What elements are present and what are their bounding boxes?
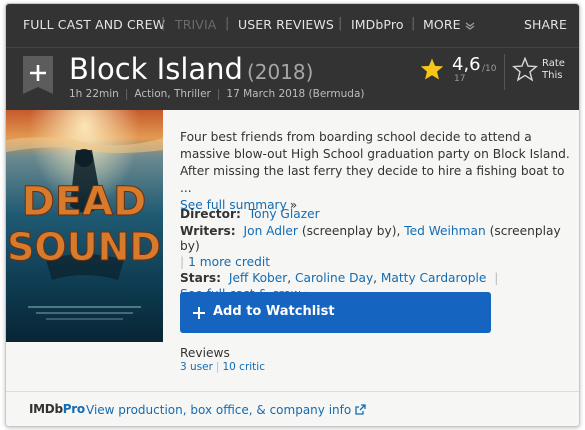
imdbpro-logo-pro: Pro [62,402,85,416]
external-link-icon [355,403,366,418]
title-line: Block Island (2018) [69,52,313,86]
watchlist-ribbon-plus-icon[interactable] [23,56,53,94]
nav-separator: | [411,16,416,31]
title-header: FULL CAST AND CREW | TRIVIA | USER REVIE… [6,4,579,110]
meta-separator: | [216,88,221,100]
imdbpro-logo: IMDbPro [29,402,85,416]
reviews-section: Reviews 3 user | 10 critic [180,346,265,373]
director-link[interactable]: Tony Glazer [249,207,320,221]
star-link[interactable]: Jeff Kober [229,271,287,285]
title-page: FULL CAST AND CREW | TRIVIA | USER REVIE… [5,3,580,427]
star-outline-icon [511,56,539,86]
nav-separator: | [338,16,343,31]
list-comma: , [287,271,292,285]
rate-this-button[interactable]: Rate This [511,56,577,90]
nav-imdbpro[interactable]: IMDbPro [351,17,404,32]
plus-icon [192,305,206,324]
nav-more[interactable]: MORE [423,17,475,33]
nav-full-cast-and-crew[interactable]: FULL CAST AND CREW [23,17,165,32]
credits-section: Director: Tony Glazer Writers: Jon Adler… [180,207,575,303]
rating-divider [504,54,505,90]
nav-separator: | [225,16,230,31]
writer-link[interactable]: Ted Weihman [404,224,486,238]
director-row: Director: Tony Glazer [180,207,575,223]
add-to-watchlist-button[interactable]: Add to Watchlist [180,292,491,333]
nav-user-reviews[interactable]: USER REVIEWS [238,17,334,32]
star-filled-icon [420,58,444,85]
writers-label: Writers: [180,223,236,238]
poster-title-line1: DEAD [22,179,147,225]
release-date[interactable]: 17 March 2018 (Bermuda) [226,88,364,100]
meta-separator: | [124,88,129,100]
reviews-heading: Reviews [180,346,230,360]
imdbpro-info-link[interactable]: View production, box office, & company i… [86,403,366,418]
reviews-links: 3 user | 10 critic [180,361,265,373]
plot-text: Four best friends from boarding school d… [180,130,570,195]
rating-count[interactable]: 17 [454,74,465,84]
poster-title-line2: SOUND [7,225,161,269]
more-credit-link[interactable]: 1 more credit [188,255,270,269]
user-reviews-link[interactable]: 3 user [180,361,213,373]
star-link[interactable]: Caroline Day [295,271,373,285]
page-title: Block Island [69,52,243,86]
title-year[interactable]: (2018) [247,60,314,84]
rating-value: 4,6 [452,54,481,75]
list-comma: , [373,271,378,285]
title-meta: 1h 22min | Action, Thriller | 17 March 2018 … [69,88,365,100]
nav-more-label: MORE [423,17,461,32]
poster-image[interactable]: DEAD SOUND [6,110,163,342]
director-label: Director: [180,207,241,221]
plot-summary: Four best friends from boarding school d… [180,129,575,214]
sub-navigation: FULL CAST AND CREW | TRIVIA | USER REVIE… [6,4,579,48]
writers-row: Writers: Jon Adler (screenplay by), Ted … [180,224,575,271]
credits-separator: | [494,271,499,285]
writer-link[interactable]: Jon Adler [244,224,298,238]
star-link[interactable]: Matty Cardarople [381,271,486,285]
nav-separator: | [161,16,166,31]
reviews-separator: | [215,361,220,373]
critic-reviews-link[interactable]: 10 critic [222,361,265,373]
credits-separator: | [180,254,185,269]
writer-note: (screenplay by), [301,223,401,238]
imdbpro-footer: IMDbPro View production, box office, & c… [6,391,579,426]
rate-this-label: Rate This [542,58,565,81]
imdbpro-logo-imdb: IMDb [29,402,63,416]
rating-max: /10 [482,64,497,74]
chevron-down-icon [465,18,475,33]
rating-box: 4,6 /10 17 Rate This [420,54,579,90]
stars-label: Stars: [180,271,221,285]
imdbpro-info-label: View production, box office, & company i… [86,403,352,417]
add-to-watchlist-label: Add to Watchlist [213,304,335,319]
genres[interactable]: Action, Thriller [134,88,210,100]
runtime: 1h 22min [69,88,119,100]
nav-share[interactable]: SHARE [524,17,567,32]
nav-trivia: TRIVIA [175,17,217,32]
